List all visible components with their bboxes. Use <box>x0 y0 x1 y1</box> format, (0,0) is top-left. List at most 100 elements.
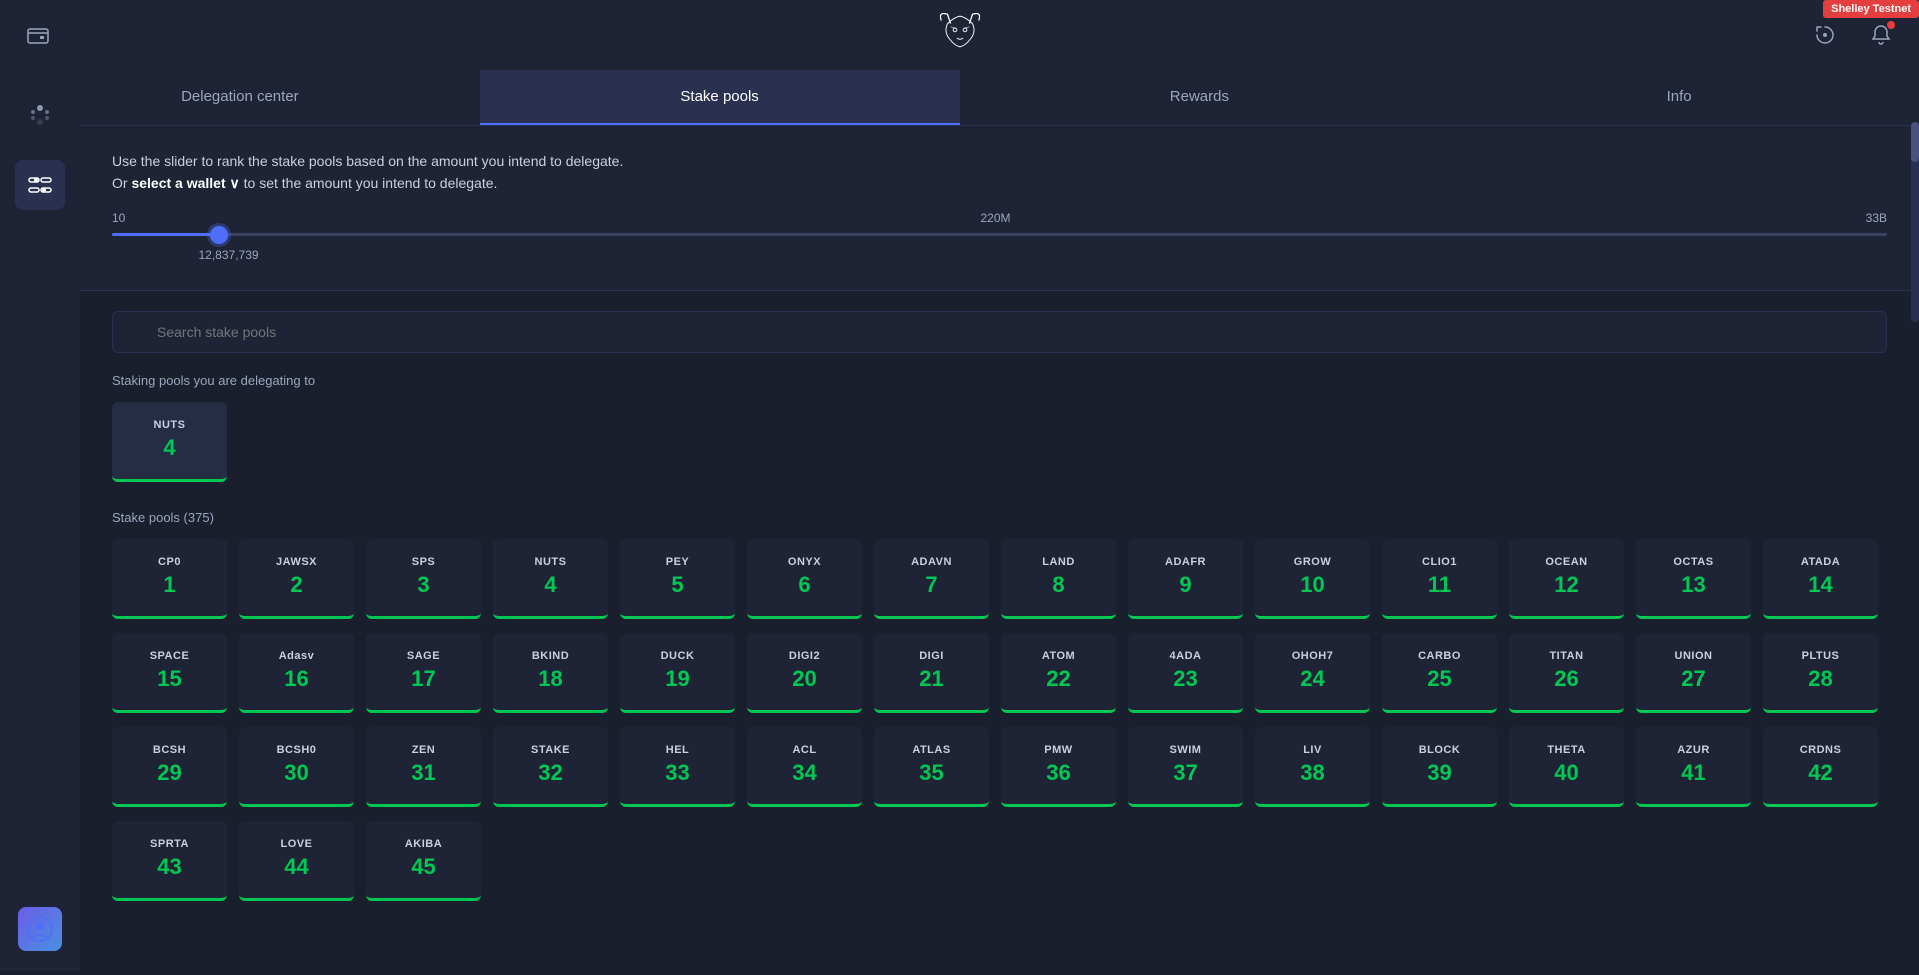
stake-pool-card[interactable]: TITAN 26 <box>1509 633 1624 713</box>
stake-pool-card[interactable]: ATOM 22 <box>1001 633 1116 713</box>
stake-pool-card[interactable]: OCTAS 13 <box>1636 539 1751 619</box>
main-content: Use the slider to rank the stake pools b… <box>80 126 1919 975</box>
stake-pool-card[interactable]: CARBO 25 <box>1382 633 1497 713</box>
slider-thumb[interactable] <box>210 226 228 244</box>
pool-name: CRDNS <box>1800 744 1842 756</box>
pool-number: 10 <box>1300 572 1324 598</box>
stake-pool-card[interactable]: SPS 3 <box>366 539 481 619</box>
pool-number: 6 <box>798 572 810 598</box>
nav-tabs: Delegation center Stake pools Rewards In… <box>0 70 1919 126</box>
pool-number: 8 <box>1052 572 1064 598</box>
slider-container[interactable] <box>112 233 1887 236</box>
stake-pool-card[interactable]: JAWSX 2 <box>239 539 354 619</box>
stake-pool-card[interactable]: ADAVN 7 <box>874 539 989 619</box>
stake-pool-card[interactable]: LOVE 44 <box>239 821 354 901</box>
stake-pool-card[interactable]: AZUR 41 <box>1636 727 1751 807</box>
pool-number: 1 <box>163 572 175 598</box>
stake-pool-card[interactable]: BCSH 29 <box>112 727 227 807</box>
stake-pool-card[interactable]: PMW 36 <box>1001 727 1116 807</box>
pool-name: PLTUS <box>1802 650 1840 662</box>
scrollbar-thumb[interactable] <box>1911 122 1919 162</box>
select-wallet-link[interactable]: select a wallet ∨ <box>131 175 239 191</box>
pool-number: 26 <box>1554 666 1578 692</box>
stake-pool-card[interactable]: PEY 5 <box>620 539 735 619</box>
pool-number: 3 <box>417 572 429 598</box>
slider-fill <box>112 233 219 236</box>
stake-pool-card[interactable]: ATLAS 35 <box>874 727 989 807</box>
search-wrapper <box>112 311 1887 353</box>
stake-pool-card[interactable]: CP0 1 <box>112 539 227 619</box>
pool-number: 45 <box>411 854 435 880</box>
pool-name: LAND <box>1042 556 1075 568</box>
pool-number: 4 <box>163 435 175 461</box>
sync-icon[interactable] <box>1807 17 1843 53</box>
tab-stake-pools[interactable]: Stake pools <box>480 70 960 125</box>
pool-name: NUTS <box>154 419 186 431</box>
stake-pool-card[interactable]: ADAFR 9 <box>1128 539 1243 619</box>
pool-number: 41 <box>1681 760 1705 786</box>
search-input[interactable] <box>112 311 1887 353</box>
pool-number: 25 <box>1427 666 1451 692</box>
stake-pool-card[interactable]: ONYX 6 <box>747 539 862 619</box>
stake-pool-card[interactable]: DUCK 19 <box>620 633 735 713</box>
pool-name: SPRTA <box>150 838 189 850</box>
stake-pool-card[interactable]: LIV 38 <box>1255 727 1370 807</box>
pool-number: 37 <box>1173 760 1197 786</box>
pool-name: TITAN <box>1549 650 1583 662</box>
pool-name: 4ADA <box>1170 650 1202 662</box>
stake-pool-card[interactable]: PLTUS 28 <box>1763 633 1878 713</box>
stake-pool-card[interactable]: STAKE 32 <box>493 727 608 807</box>
sidebar <box>0 70 80 971</box>
stake-pool-card[interactable]: LAND 8 <box>1001 539 1116 619</box>
stake-pool-card[interactable]: THETA 40 <box>1509 727 1624 807</box>
pool-name: NUTS <box>535 556 567 568</box>
tab-info[interactable]: Info <box>1439 70 1919 125</box>
stake-pool-card[interactable]: HEL 33 <box>620 727 735 807</box>
stake-pool-card[interactable]: 4ADA 23 <box>1128 633 1243 713</box>
slider-section: Use the slider to rank the stake pools b… <box>80 126 1919 291</box>
stake-pool-card[interactable]: BCSH0 30 <box>239 727 354 807</box>
stake-pool-card[interactable]: BKIND 18 <box>493 633 608 713</box>
bell-icon[interactable] <box>1863 17 1899 53</box>
stake-pool-card[interactable]: NUTS 4 <box>493 539 608 619</box>
stake-pool-card[interactable]: Adasv 16 <box>239 633 354 713</box>
stake-pool-card[interactable]: UNION 27 <box>1636 633 1751 713</box>
stake-pool-card[interactable]: CRDNS 42 <box>1763 727 1878 807</box>
sidebar-avatar[interactable] <box>18 907 62 951</box>
delegating-label: Staking pools you are delegating to <box>112 373 1887 388</box>
delegating-section: Staking pools you are delegating to NUTS… <box>80 373 1919 510</box>
pool-number: 18 <box>538 666 562 692</box>
pool-number: 17 <box>411 666 435 692</box>
stake-pool-card[interactable]: GROW 10 <box>1255 539 1370 619</box>
delegating-pool-card[interactable]: NUTS 4 <box>112 402 227 482</box>
stake-pool-card[interactable]: SPACE 15 <box>112 633 227 713</box>
stake-pool-card[interactable]: ACL 34 <box>747 727 862 807</box>
pool-number: 24 <box>1300 666 1324 692</box>
stake-pool-card[interactable]: SAGE 17 <box>366 633 481 713</box>
pool-number: 32 <box>538 760 562 786</box>
tab-rewards[interactable]: Rewards <box>960 70 1440 125</box>
stake-pool-card[interactable]: CLIO1 11 <box>1382 539 1497 619</box>
pool-name: CLIO1 <box>1422 556 1457 568</box>
scrollbar[interactable] <box>1911 122 1919 322</box>
stake-pool-card[interactable]: SPRTA 43 <box>112 821 227 901</box>
stake-pool-card[interactable]: OCEAN 12 <box>1509 539 1624 619</box>
pool-number: 28 <box>1808 666 1832 692</box>
stake-pool-card[interactable]: DIGI2 20 <box>747 633 862 713</box>
stake-pool-card[interactable]: AKIBA 45 <box>366 821 481 901</box>
sidebar-item-settings[interactable] <box>15 160 65 210</box>
pool-number: 2 <box>290 572 302 598</box>
stake-pool-card[interactable]: OHOH7 24 <box>1255 633 1370 713</box>
slider-track <box>112 233 1887 236</box>
wallet-icon[interactable] <box>20 17 56 53</box>
top-bar-left <box>20 17 56 53</box>
pool-number: 35 <box>919 760 943 786</box>
scroll-area[interactable]: Use the slider to rank the stake pools b… <box>80 126 1919 975</box>
stake-pool-card[interactable]: DIGI 21 <box>874 633 989 713</box>
stake-pool-card[interactable]: BLOCK 39 <box>1382 727 1497 807</box>
stake-pool-card[interactable]: ZEN 31 <box>366 727 481 807</box>
stake-pool-card[interactable]: SWIM 37 <box>1128 727 1243 807</box>
stake-pool-card[interactable]: ATADA 14 <box>1763 539 1878 619</box>
pool-number: 11 <box>1428 572 1451 598</box>
pool-name: ATOM <box>1042 650 1075 662</box>
